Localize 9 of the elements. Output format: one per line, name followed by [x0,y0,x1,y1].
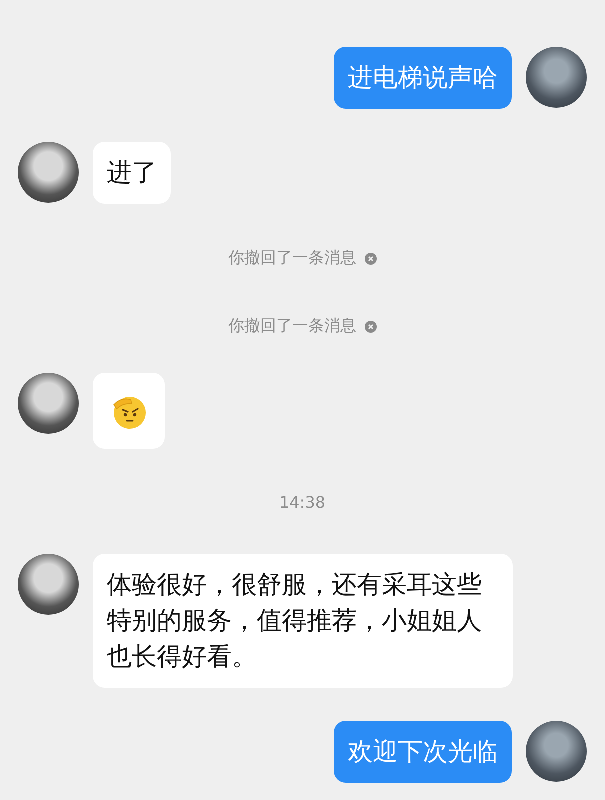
timestamp: 14:38 [279,493,326,512]
message-bubble: 欢迎下次光临 [334,721,512,783]
recall-notice: 你撤回了一条消息 [228,316,356,337]
close-icon[interactable] [364,252,376,264]
message-bubble: 进了 [93,142,171,204]
message-bubble: 体验很好，很舒服，还有采耳这些特别的服务，值得推荐，小姐姐人也长得好看。 [93,554,513,688]
recall-notice: 你撤回了一条消息 [228,248,356,269]
message-bubble: 进电梯说声哈 [334,47,512,109]
close-icon[interactable] [364,320,376,332]
